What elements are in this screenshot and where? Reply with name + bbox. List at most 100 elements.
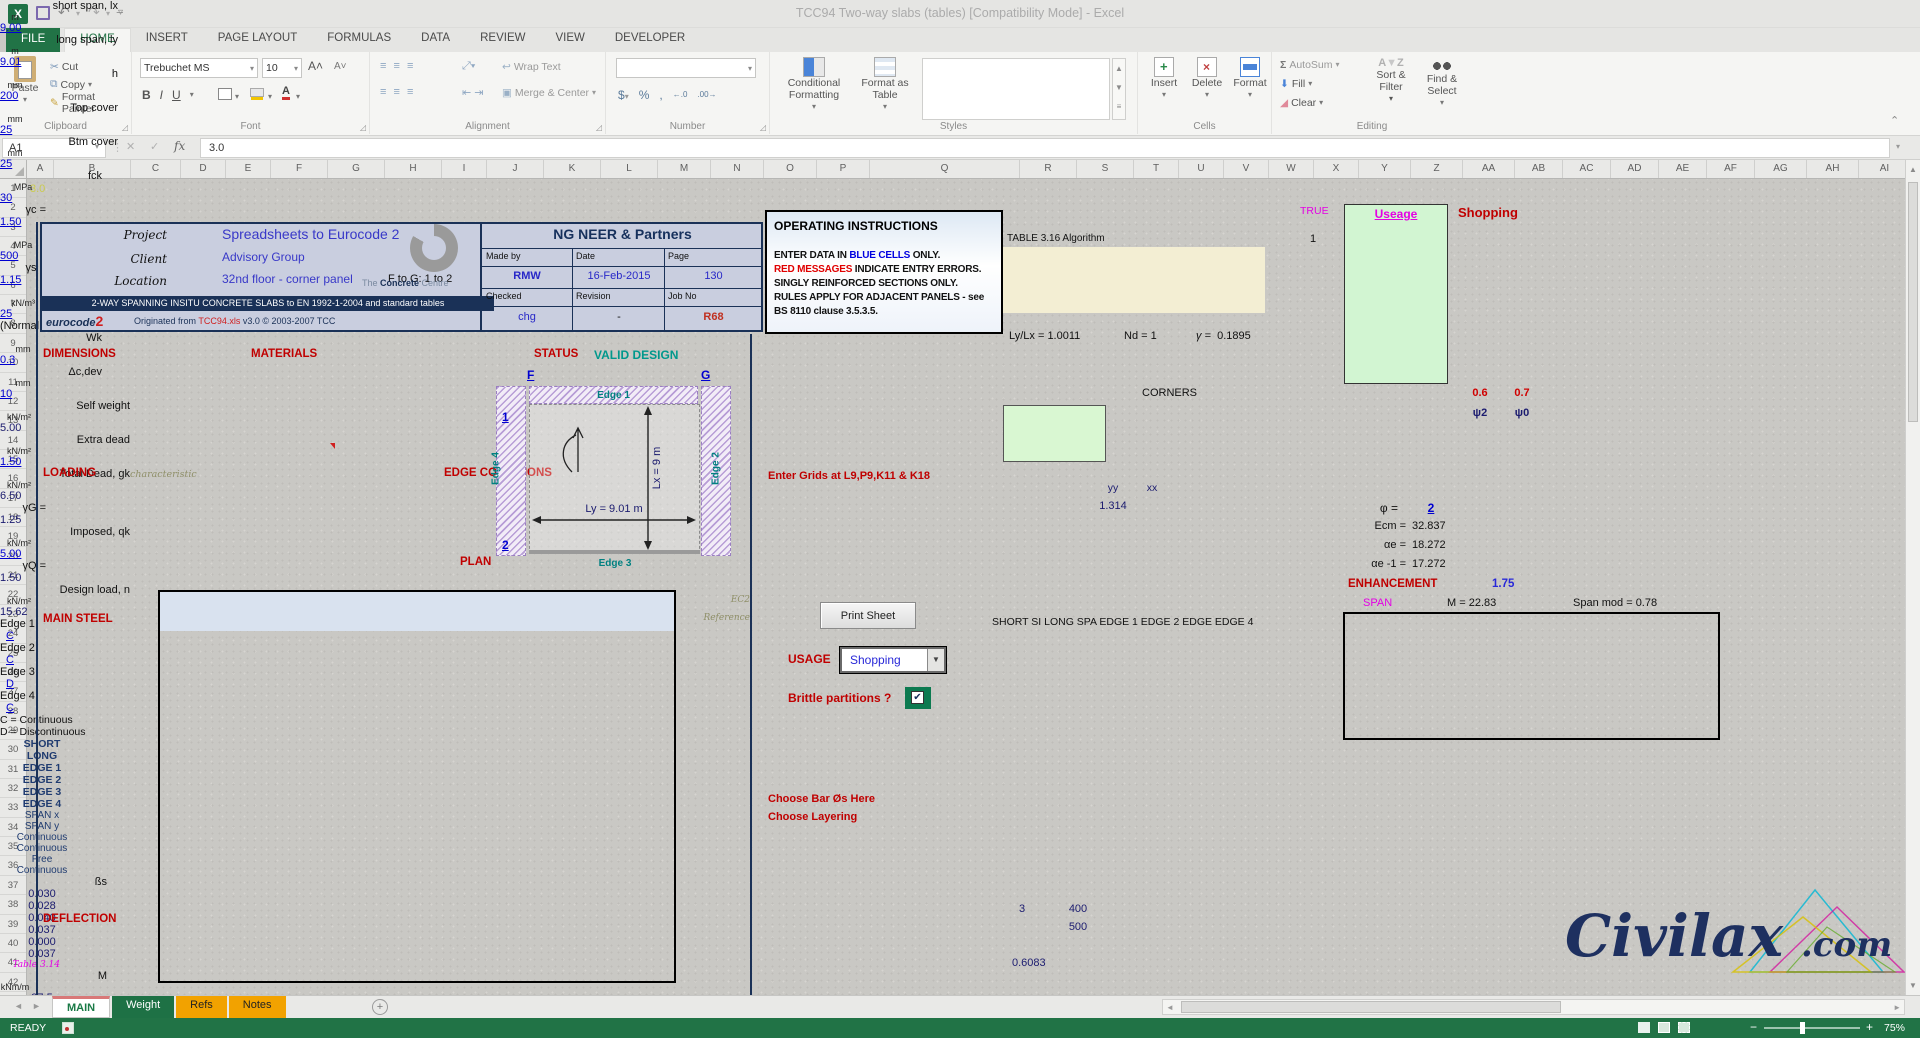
- mat-extra-value[interactable]: 1.50: [0, 216, 36, 228]
- mat-value[interactable]: 25: [0, 308, 36, 320]
- mat-value[interactable]: 500: [0, 250, 36, 262]
- sheet-content: 3.0 Project Spreadsheets to Eurocode 2 C…: [0, 0, 1920, 995]
- usage-dropdown-arrow-icon[interactable]: ▼: [927, 649, 944, 671]
- true-flag: TRUE: [1300, 205, 1329, 217]
- choose-layering-note: Choose Layering: [768, 811, 857, 823]
- span-mod: Span mod = 0.78: [1573, 597, 1657, 609]
- ec2-ref-1: EC2: [690, 595, 750, 605]
- made-by-label: Made by: [486, 251, 521, 261]
- usage-dropdown[interactable]: Shopping ▼: [840, 647, 946, 673]
- load-label: Design load, n: [0, 584, 130, 596]
- horizontal-scroll-thumb[interactable]: [1181, 1001, 1561, 1013]
- view-page-break-icon[interactable]: [1678, 1022, 1690, 1033]
- edge-value[interactable]: C: [0, 630, 20, 642]
- sheet-right-border: [750, 334, 752, 995]
- svg-text:Civilax: Civilax: [1565, 902, 1785, 970]
- project-value[interactable]: Spreadsheets to Eurocode 2: [222, 226, 399, 242]
- mat-value[interactable]: 0.3: [0, 354, 36, 366]
- zoom-slider-thumb[interactable]: [1800, 1022, 1805, 1034]
- steel-col-subheader: Continuous: [0, 843, 84, 854]
- location-label: Location: [95, 274, 167, 288]
- edge-value[interactable]: C: [0, 702, 20, 714]
- new-sheet-icon[interactable]: +: [372, 999, 388, 1015]
- scroll-up-icon[interactable]: ▲: [1906, 165, 1920, 174]
- cell-a1[interactable]: 3.0: [30, 183, 45, 195]
- checked-value[interactable]: chg: [482, 311, 572, 323]
- dim-value[interactable]: 25: [0, 124, 44, 136]
- origin-file: TCC94.xls: [198, 316, 240, 326]
- zoom-out-icon[interactable]: −: [1750, 1020, 1757, 1034]
- view-page-layout-icon[interactable]: [1658, 1022, 1670, 1033]
- mat-value[interactable]: 10: [0, 388, 36, 400]
- vertical-scrollbar[interactable]: ▲ ▼: [1905, 160, 1920, 995]
- psi2-label: ψ2: [1462, 407, 1498, 419]
- steel-cell: 0.037: [0, 924, 84, 936]
- loading-heading: LOADING: [43, 467, 96, 479]
- load-label: Extra dead: [0, 434, 130, 446]
- steel-cell: 0.000: [0, 936, 84, 948]
- job-value[interactable]: R68: [666, 311, 761, 323]
- ae1-label: αe -1 =: [1310, 558, 1406, 570]
- status-ready: READY: [10, 1022, 46, 1034]
- sheet-tab-main[interactable]: MAIN: [52, 996, 110, 1018]
- span-m-label: M =: [1447, 597, 1466, 609]
- deflection-heading: DEFLECTION: [43, 913, 116, 925]
- usage-label: USAGE: [788, 652, 831, 666]
- dim-value[interactable]: 25: [0, 158, 44, 170]
- revision-value[interactable]: -: [574, 311, 664, 323]
- load-unit: kN/m²: [0, 596, 38, 606]
- ld-top-value: 1.314: [1091, 500, 1135, 512]
- ec2-ref-2: Reference: [690, 613, 750, 623]
- client-value[interactable]: Advisory Group: [222, 250, 305, 264]
- tab-nav-right-icon[interactable]: ►: [32, 1001, 41, 1011]
- phi-value[interactable]: 2: [1418, 501, 1444, 515]
- checked-label: Checked: [486, 291, 522, 301]
- mat-unit: mm: [0, 378, 46, 388]
- span-m: M = 22.83: [1447, 597, 1496, 609]
- macro-record-icon[interactable]: [62, 1022, 74, 1034]
- made-by-value[interactable]: RMW: [482, 270, 572, 282]
- steel-col-header: EDGE 4: [0, 798, 84, 810]
- choose-bars-note: Choose Bar Øs Here: [768, 793, 875, 805]
- edge-value[interactable]: C: [0, 654, 20, 666]
- date-value[interactable]: 16-Feb-2015: [574, 270, 664, 282]
- zoom-slider-track[interactable]: [1764, 1027, 1860, 1029]
- tab-nav-left-icon[interactable]: ◄: [14, 1001, 23, 1011]
- edge-value[interactable]: D: [0, 678, 20, 690]
- misc-06083: 0.6083: [1012, 957, 1046, 969]
- load-extra-value: 1.25: [0, 514, 36, 526]
- zoom-in-icon[interactable]: +: [1866, 1020, 1873, 1034]
- ops-seg: ONLY.: [910, 250, 940, 261]
- sheet-tab-weight[interactable]: Weight: [112, 996, 174, 1018]
- sheet-tab-refs[interactable]: Refs: [176, 996, 227, 1018]
- print-sheet-button[interactable]: Print Sheet: [820, 602, 916, 629]
- hscroll-right-icon[interactable]: ►: [1893, 1003, 1901, 1012]
- steel-row-ref: Table 3.14: [0, 960, 60, 970]
- usage-list-box: [1344, 204, 1448, 384]
- load-label: Imposed, qk: [0, 526, 130, 538]
- zoom-level[interactable]: 75%: [1884, 1022, 1905, 1034]
- brittle-checkbox[interactable]: ✔: [905, 687, 931, 709]
- dim-value[interactable]: 9.00: [0, 22, 44, 34]
- sheet-tab-notes[interactable]: Notes: [229, 996, 286, 1018]
- eurocode-logo: eurocode2: [46, 313, 103, 329]
- span-table-frame: [1343, 612, 1720, 740]
- steel-col-subheader: Free: [0, 854, 84, 865]
- vertical-scroll-thumb[interactable]: [1908, 182, 1918, 422]
- horizontal-scrollbar[interactable]: ◄ ►: [1162, 999, 1905, 1015]
- page-value[interactable]: 130: [666, 270, 761, 282]
- steel-col-header: SHORT: [0, 738, 84, 750]
- mat-extra-value[interactable]: 1.15: [0, 274, 36, 286]
- view-normal-icon[interactable]: [1638, 1022, 1650, 1033]
- hscroll-left-icon[interactable]: ◄: [1166, 1003, 1174, 1012]
- dim-value[interactable]: 9.01: [0, 56, 44, 68]
- origin-prefix: Originated from: [134, 316, 198, 326]
- excel-window: X ↶ ▾ ↷ ▾ ▿̶ TCC94 Two-way slabs (tables…: [0, 0, 1920, 1038]
- steel-col-subheader: Continuous: [0, 832, 84, 843]
- scroll-down-icon[interactable]: ▼: [1906, 981, 1920, 990]
- steel-row-unit: kNm/m: [0, 982, 30, 992]
- location-value[interactable]: 32nd floor - corner panel: [222, 272, 353, 286]
- mat-extra-label: γc =: [0, 204, 46, 216]
- dim-value[interactable]: 200: [0, 90, 44, 102]
- steel-col-header: EDGE 3: [0, 786, 84, 798]
